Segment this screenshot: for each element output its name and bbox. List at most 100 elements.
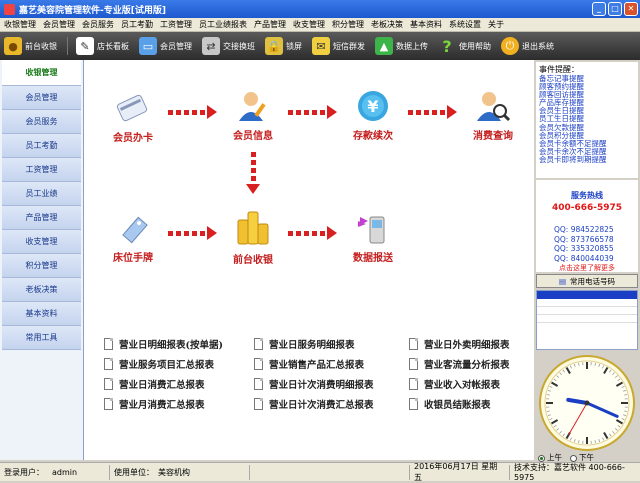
toolbar-help-button[interactable]: ? 使用帮助 (438, 37, 491, 55)
qq-number[interactable]: QQ: 873766578 (536, 235, 638, 245)
document-icon (104, 358, 113, 370)
report-link[interactable]: 营业日计次消费汇总报表 (254, 396, 409, 412)
hotline-panel: 服务热线 400-666-5975 QQ: 984522825 QQ: 8737… (536, 180, 638, 272)
common-phones-button[interactable]: ▤ 常用电话号码 (536, 274, 638, 288)
sidebar-item-basic[interactable]: 基本资料 (2, 302, 81, 326)
member-info-node[interactable]: 会员信息 (218, 88, 288, 142)
event-reminders: 事件提醒： 备忘记事提醒 顾客预约提醒 顾客回访提醒 产品库存提醒 会员生日提醒… (536, 62, 638, 178)
reminder-link[interactable]: 会员卡即将到期提醒 (539, 156, 635, 164)
report-link[interactable]: 营业客流量分析报表 (409, 356, 534, 372)
toolbar: ● 前台收银 ✎ 店长看板 ▭ 会员管理 ⇄ 交接换班 🔒 锁屏 ✉ 短信群发 … (0, 32, 640, 60)
deposit-node[interactable]: ¥ 存款续次 (338, 88, 408, 142)
consumption-query-node[interactable]: 消费查询 (458, 88, 528, 142)
menu-about[interactable]: 关于 (488, 19, 504, 30)
report-link[interactable]: 营业日服务明细报表 (254, 336, 409, 352)
tag-icon (115, 210, 151, 246)
svg-text:¥: ¥ (367, 97, 378, 116)
menu-product[interactable]: 产品管理 (254, 19, 286, 30)
report-list: 营业日明细报表(按单据) 营业日服务明细报表 营业日外卖明细报表 营业服务项目汇… (104, 336, 534, 412)
menu-member-service[interactable]: 会员服务 (82, 19, 114, 30)
sidebar-item-cashier[interactable]: 收银管理 (2, 60, 81, 86)
hotline-title: 服务热线 (536, 190, 638, 201)
right-panel: 事件提醒： 备忘记事提醒 顾客预约提醒 顾客回访提醒 产品库存提醒 会员生日提醒… (534, 60, 640, 460)
sidebar-item-attendance[interactable]: 员工考勤 (2, 134, 81, 158)
menu-bar: 收银管理 会员管理 会员服务 员工考勤 工资管理 员工业绩报表 产品管理 收支管… (0, 18, 640, 32)
card-icon: ▭ (139, 37, 157, 55)
status-date: 2016年06月17日 星期五 (410, 465, 510, 480)
menu-points[interactable]: 积分管理 (332, 19, 364, 30)
document-icon (254, 358, 263, 370)
document-icon (254, 398, 263, 410)
maximize-button[interactable]: □ (608, 2, 622, 16)
status-user: 登录用户：admin (0, 465, 110, 480)
menu-salary[interactable]: 工资管理 (160, 19, 192, 30)
minimize-button[interactable]: _ (592, 2, 606, 16)
report-link[interactable]: 营业日消费汇总报表 (104, 376, 254, 392)
mobile-send-icon (355, 210, 391, 246)
yen-coin-icon: ¥ (355, 88, 391, 124)
member-card-node[interactable]: 会员办卡 (98, 90, 168, 144)
report-link[interactable]: 营业月消费汇总报表 (104, 396, 254, 412)
sidebar-item-performance[interactable]: 员工业绩 (2, 182, 81, 206)
handover-icon: ⇄ (202, 37, 220, 55)
front-cashier-node[interactable]: 前台收银 (218, 206, 288, 266)
help-icon: ? (438, 37, 456, 55)
menu-member[interactable]: 会员管理 (43, 19, 75, 30)
toolbar-upload-button[interactable]: ▲ 数据上传 (375, 37, 428, 55)
title-bar: 嘉艺美容院管理软件-专业版[试用版] _ □ ✕ (0, 0, 640, 18)
menu-settings[interactable]: 系统设置 (449, 19, 481, 30)
document-icon (409, 338, 418, 350)
toolbar-lock-button[interactable]: 🔒 锁屏 (265, 37, 302, 55)
sidebar: 收银管理 会员管理 会员服务 员工考勤 工资管理 员工业绩 产品管理 收支管理 … (0, 60, 84, 460)
toolbar-sms-button[interactable]: ✉ 短信群发 (312, 37, 365, 55)
menu-income[interactable]: 收支管理 (293, 19, 325, 30)
document-icon (104, 378, 113, 390)
data-report-node[interactable]: 数据报送 (338, 210, 408, 264)
book-icon: ▤ (559, 277, 566, 286)
report-link[interactable]: 营业日明细报表(按单据) (104, 336, 254, 352)
menu-attendance[interactable]: 员工考勤 (121, 19, 153, 30)
toolbar-exit-button[interactable]: ⏻ 退出系统 (501, 37, 554, 55)
qq-number[interactable]: QQ: 840044039 (536, 254, 638, 264)
analog-clock (538, 354, 636, 452)
menu-performance[interactable]: 员工业绩报表 (199, 19, 247, 30)
toolbar-dashboard-button[interactable]: ✎ 店长看板 (76, 37, 129, 55)
sidebar-item-tools[interactable]: 常用工具 (2, 326, 81, 350)
window-title: 嘉艺美容院管理软件-专业版[试用版] (19, 3, 166, 16)
phone-list[interactable] (536, 290, 638, 350)
document-icon (254, 338, 263, 350)
sidebar-item-salary[interactable]: 工资管理 (2, 158, 81, 182)
sidebar-item-income[interactable]: 收支管理 (2, 230, 81, 254)
status-bar: 登录用户：admin 使用单位：美容机构 2016年06月17日 星期五 技术支… (0, 462, 640, 481)
app-icon (4, 4, 15, 15)
lock-icon: 🔒 (265, 37, 283, 55)
sidebar-item-product[interactable]: 产品管理 (2, 206, 81, 230)
toolbar-cashier-button[interactable]: ● 前台收银 (4, 37, 57, 55)
sidebar-item-member[interactable]: 会员管理 (2, 86, 81, 110)
report-link[interactable]: 营业服务项目汇总报表 (104, 356, 254, 372)
menu-basic[interactable]: 基本资料 (410, 19, 442, 30)
qq-number[interactable]: QQ: 335320855 (536, 244, 638, 254)
toolbar-member-button[interactable]: ▭ 会员管理 (139, 37, 192, 55)
sms-icon: ✉ (312, 37, 330, 55)
promo-link[interactable]: 点击这里了解更多 (536, 263, 638, 273)
menu-cashier[interactable]: 收银管理 (4, 19, 36, 30)
document-icon (409, 378, 418, 390)
report-link[interactable]: 营业日计次消费明细报表 (254, 376, 409, 392)
menu-boss[interactable]: 老板决策 (371, 19, 403, 30)
close-button[interactable]: ✕ (624, 2, 638, 16)
sidebar-item-member-service[interactable]: 会员服务 (2, 110, 81, 134)
report-link[interactable]: 营业收入对帐报表 (409, 376, 534, 392)
qq-number[interactable]: QQ: 984522825 (536, 225, 638, 235)
report-link[interactable]: 营业日外卖明细报表 (409, 336, 534, 352)
status-support: 技术支持：嘉艺软件 400-666-5975 (510, 465, 640, 480)
report-link[interactable]: 收银员结账报表 (409, 396, 534, 412)
sidebar-item-points[interactable]: 积分管理 (2, 254, 81, 278)
toolbar-handover-button[interactable]: ⇄ 交接换班 (202, 37, 255, 55)
document-icon (409, 358, 418, 370)
sidebar-item-boss[interactable]: 老板决策 (2, 278, 81, 302)
document-icon (104, 338, 113, 350)
document-icon (104, 398, 113, 410)
report-link[interactable]: 营业销售产品汇总报表 (254, 356, 409, 372)
bed-tag-node[interactable]: 床位手牌 (98, 210, 168, 264)
